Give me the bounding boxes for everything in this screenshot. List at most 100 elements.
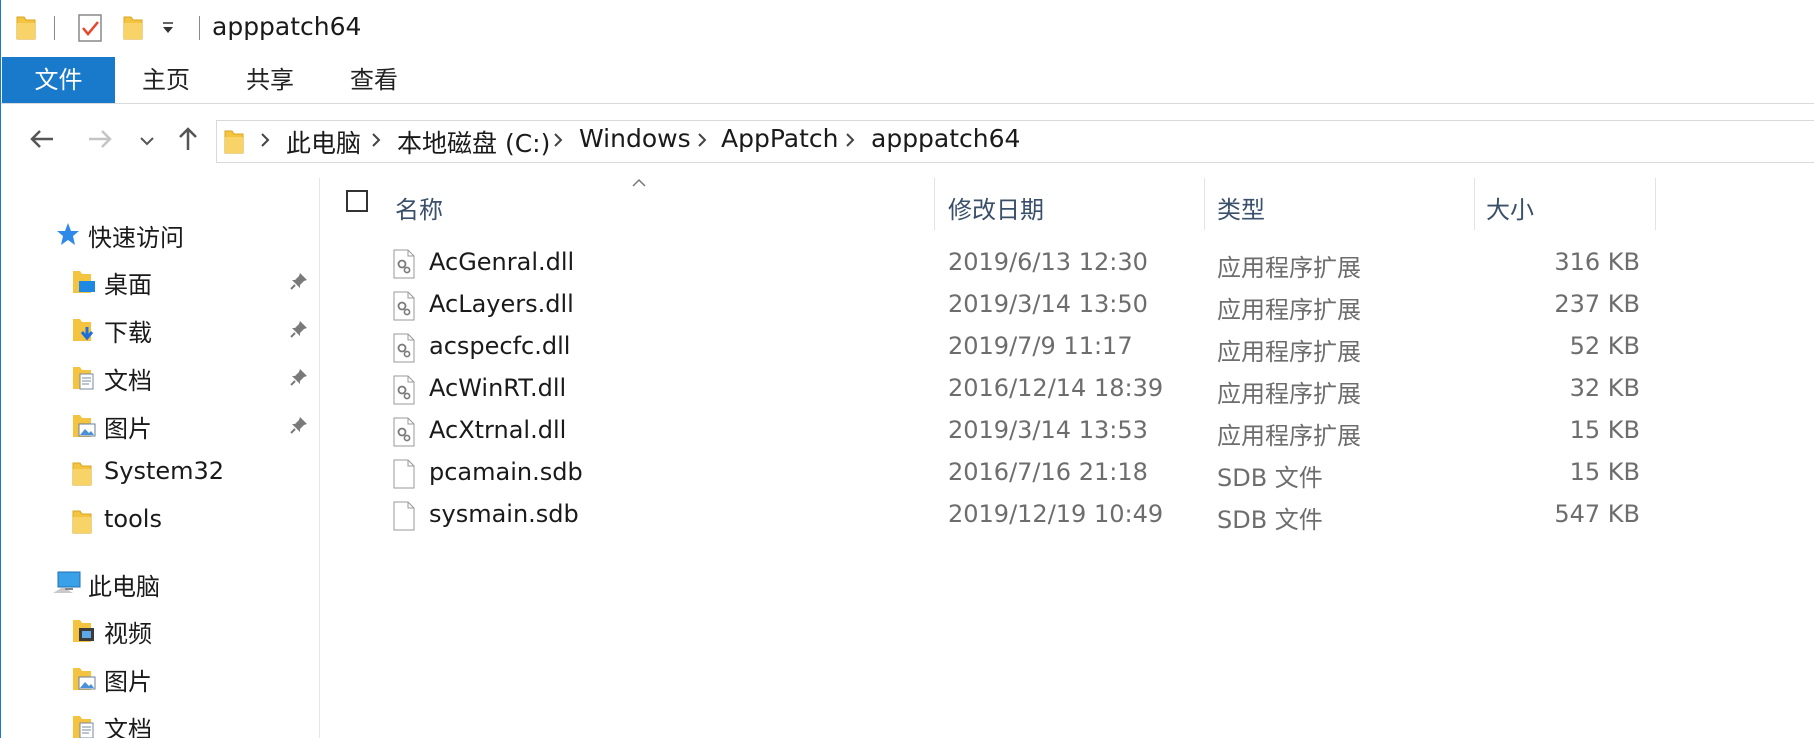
file-type: 应用程序扩展: [1217, 296, 1361, 324]
file-date: 2016/12/14 18:39: [948, 374, 1164, 402]
navigation-pane: 快速访问 桌面 下载 文档 图片 System32 tools 此电脑 视频 图…: [1, 178, 320, 738]
back-arrow-icon: [29, 128, 55, 154]
navigation-row: 此电脑 本地磁盘 (C:) Windows AppPatch apppatch6…: [1, 104, 1814, 178]
tab-share[interactable]: 共享: [233, 57, 307, 103]
pin-icon[interactable]: [289, 367, 309, 391]
file-type: SDB 文件: [1217, 506, 1323, 534]
window-folder-icon: [15, 13, 37, 45]
file-size: 15 KB: [1569, 458, 1640, 486]
sidebar-item-videos[interactable]: 视频: [1, 608, 319, 652]
file-date: 2019/7/9 11:17: [948, 332, 1133, 360]
quick-access-separator: [54, 16, 55, 40]
blank-file-icon: [392, 459, 416, 493]
new-folder-icon[interactable]: [122, 13, 144, 45]
blank-file-icon: [392, 501, 416, 535]
file-date: 2019/3/14 13:53: [948, 416, 1148, 444]
dll-file-icon: [392, 375, 416, 409]
dll-file-icon: [392, 249, 416, 283]
column-header-date[interactable]: 修改日期: [948, 190, 1044, 225]
tab-home[interactable]: 主页: [129, 57, 203, 103]
file-row[interactable]: sysmain.sdb 2019/12/19 10:49 SDB 文件 547 …: [320, 494, 1660, 536]
address-folder-icon: [223, 127, 245, 161]
column-header-type[interactable]: 类型: [1217, 190, 1265, 225]
file-row[interactable]: acspecfc.dll 2019/7/9 11:17 应用程序扩展 52 KB: [320, 326, 1660, 368]
column-divider[interactable]: [934, 178, 935, 230]
sidebar-item-documents[interactable]: 文档: [1, 355, 319, 399]
file-size: 547 KB: [1554, 500, 1640, 528]
column-divider[interactable]: [1655, 178, 1656, 230]
file-name: pcamain.sdb: [429, 458, 583, 486]
sidebar-item-downloads[interactable]: 下载: [1, 307, 319, 351]
file-date: 2016/7/16 21:18: [948, 458, 1148, 486]
computer-icon: [51, 569, 83, 601]
column-header-name[interactable]: 名称: [395, 190, 443, 225]
sidebar-item-this-pc[interactable]: 此电脑: [1, 561, 319, 605]
downloads-folder-icon: [71, 315, 97, 347]
star-icon: [55, 221, 81, 251]
file-row[interactable]: AcXtrnal.dll 2019/3/14 13:53 应用程序扩展 15 K…: [320, 410, 1660, 452]
tab-view[interactable]: 查看: [337, 57, 411, 103]
sidebar-item-desktop[interactable]: 桌面: [1, 259, 319, 303]
file-type: 应用程序扩展: [1217, 338, 1361, 366]
file-row[interactable]: AcGenral.dll 2019/6/13 12:30 应用程序扩展 316 …: [320, 242, 1660, 284]
sidebar-item-quick-access[interactable]: 快速访问: [1, 212, 319, 256]
up-button[interactable]: [169, 122, 207, 160]
recent-locations-button[interactable]: [129, 122, 165, 160]
file-list-pane: 名称 修改日期 类型 大小 AcGenral.dll 2019/6/13 12:…: [320, 178, 1814, 738]
sidebar-item-label: 文档: [104, 716, 152, 738]
breadcrumb-chevron-icon[interactable]: [259, 130, 271, 154]
file-name: acspecfc.dll: [429, 332, 571, 360]
sidebar-item-pc-documents[interactable]: 文档: [1, 704, 319, 738]
dll-file-icon: [392, 417, 416, 451]
address-bar[interactable]: 此电脑 本地磁盘 (C:) Windows AppPatch apppatch6…: [216, 120, 1814, 163]
column-divider[interactable]: [1474, 178, 1475, 230]
column-divider[interactable]: [1204, 178, 1205, 230]
sidebar-item-label: 图片: [104, 415, 152, 443]
select-all-checkbox[interactable]: [346, 190, 368, 212]
title-separator: [199, 16, 200, 40]
sidebar-item-label: 快速访问: [88, 224, 184, 252]
pictures-folder-icon: [71, 664, 97, 696]
file-explorer-window: apppatch64 文件 主页 共享 查看 此电脑 本地磁盘 (C:) Win…: [0, 0, 1814, 738]
file-name: AcWinRT.dll: [429, 374, 567, 402]
breadcrumb-local-disk[interactable]: 本地磁盘 (C:): [397, 124, 550, 160]
sidebar-item-label: 文档: [104, 367, 152, 395]
file-date: 2019/6/13 12:30: [948, 248, 1148, 276]
file-row[interactable]: AcLayers.dll 2019/3/14 13:50 应用程序扩展 237 …: [320, 284, 1660, 326]
forward-arrow-icon: [87, 128, 113, 154]
pin-icon[interactable]: [289, 415, 309, 439]
sidebar-item-system32[interactable]: System32: [1, 451, 319, 495]
forward-button[interactable]: [81, 122, 119, 160]
sidebar-item-tools[interactable]: tools: [1, 499, 319, 543]
folder-icon: [71, 507, 93, 539]
breadcrumb-chevron-icon[interactable]: [696, 130, 708, 154]
back-button[interactable]: [23, 122, 61, 160]
column-header-size[interactable]: 大小: [1486, 190, 1534, 225]
tab-file[interactable]: 文件: [2, 57, 115, 103]
pin-icon[interactable]: [289, 271, 309, 295]
sidebar-item-label: 下载: [104, 319, 152, 347]
sort-ascending-icon: [631, 174, 647, 193]
breadcrumb-chevron-icon[interactable]: [844, 130, 856, 154]
sidebar-item-pictures[interactable]: 图片: [1, 403, 319, 447]
breadcrumb-this-pc[interactable]: 此电脑: [286, 124, 361, 160]
breadcrumb-chevron-icon[interactable]: [552, 130, 564, 154]
file-size: 237 KB: [1554, 290, 1640, 318]
up-arrow-icon: [177, 126, 199, 156]
file-row[interactable]: pcamain.sdb 2016/7/16 21:18 SDB 文件 15 KB: [320, 452, 1660, 494]
file-row[interactable]: AcWinRT.dll 2016/12/14 18:39 应用程序扩展 32 K…: [320, 368, 1660, 410]
properties-icon[interactable]: [77, 13, 103, 47]
breadcrumb-windows[interactable]: Windows: [579, 124, 691, 153]
file-type: 应用程序扩展: [1217, 254, 1361, 282]
file-size: 15 KB: [1569, 416, 1640, 444]
chevron-down-icon: [139, 132, 155, 151]
pin-icon[interactable]: [289, 319, 309, 343]
sidebar-item-label: System32: [104, 457, 225, 485]
breadcrumb-apppatch64[interactable]: apppatch64: [871, 124, 1020, 153]
breadcrumb-chevron-icon[interactable]: [370, 130, 382, 154]
breadcrumb-apppatch[interactable]: AppPatch: [721, 124, 839, 153]
customize-quick-access-chevron-icon[interactable]: [161, 20, 175, 39]
sidebar-item-pc-pictures[interactable]: 图片: [1, 656, 319, 700]
title-bar: apppatch64: [1, 0, 1814, 57]
pictures-folder-icon: [71, 411, 97, 443]
